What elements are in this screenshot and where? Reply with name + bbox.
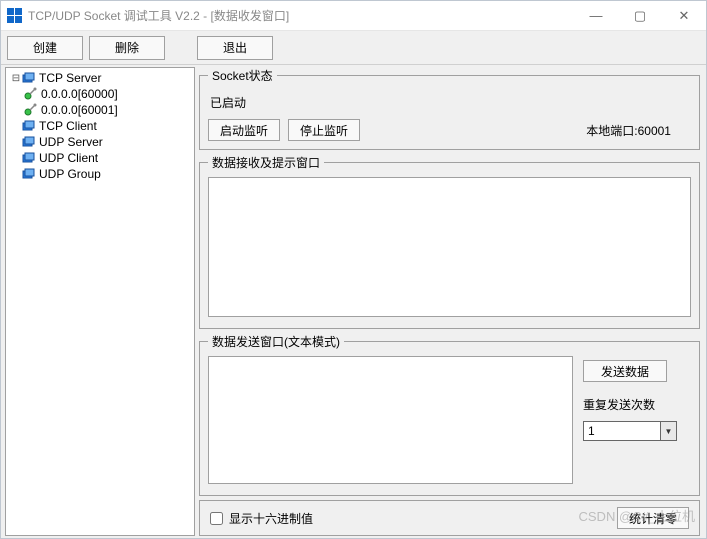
titlebar: TCP/UDP Socket 调试工具 V2.2 - [数据收发窗口] — ▢ …	[1, 1, 706, 31]
app-window: TCP/UDP Socket 调试工具 V2.2 - [数据收发窗口] — ▢ …	[0, 0, 707, 539]
tree-root-udp-client[interactable]: UDP Client	[6, 150, 194, 166]
send-data-button[interactable]: 发送数据	[583, 360, 667, 382]
client-icon	[22, 119, 36, 133]
bottom-bar: 显示十六进制值 统计清零	[199, 500, 700, 536]
receive-group: 数据接收及提示窗口	[199, 154, 700, 329]
tree-sidebar[interactable]: ⊟ TCP Server 0.0.0.0[60000] 0.0.0.0[6000…	[5, 67, 195, 536]
group-icon	[22, 167, 36, 181]
server-icon	[22, 71, 36, 85]
repeat-count-input[interactable]	[583, 421, 661, 441]
hex-checkbox[interactable]	[210, 512, 223, 525]
tree-root-tcp-client[interactable]: TCP Client	[6, 118, 194, 134]
send-legend: 数据发送窗口(文本模式)	[208, 333, 344, 350]
exit-button[interactable]: 退出	[197, 36, 273, 60]
tree-label: 0.0.0.0[60001]	[41, 103, 118, 117]
receive-textarea[interactable]	[208, 177, 691, 317]
receive-legend: 数据接收及提示窗口	[208, 154, 324, 171]
tree-node-60001[interactable]: 0.0.0.0[60001]	[6, 102, 194, 118]
tree-label: UDP Group	[39, 167, 101, 181]
local-port-label: 本地端口:60001	[586, 122, 671, 139]
app-icon	[7, 8, 22, 23]
tree-label: UDP Server	[39, 135, 103, 149]
tree-label: TCP Server	[39, 71, 101, 85]
start-listen-button[interactable]: 启动监听	[208, 119, 280, 141]
repeat-count-label: 重复发送次数	[583, 396, 691, 413]
stop-listen-button[interactable]: 停止监听	[288, 119, 360, 141]
node-icon	[24, 103, 38, 117]
toolbar: 创建 删除 退出	[1, 31, 706, 65]
hex-checkbox-label[interactable]: 显示十六进制值	[210, 510, 313, 527]
clear-stats-button[interactable]: 统计清零	[617, 507, 689, 529]
tree-root-udp-server[interactable]: UDP Server	[6, 134, 194, 150]
repeat-dropdown-button[interactable]: ▼	[661, 421, 677, 441]
send-textarea[interactable]	[208, 356, 573, 484]
tree-root-tcp-server[interactable]: ⊟ TCP Server	[6, 70, 194, 86]
tree-label: 0.0.0.0[60000]	[41, 87, 118, 101]
collapse-icon[interactable]: ⊟	[10, 73, 22, 84]
status-text: 已启动	[208, 90, 691, 119]
tree-node-60000[interactable]: 0.0.0.0[60000]	[6, 86, 194, 102]
socket-status-group: Socket状态 已启动 启动监听 停止监听 本地端口:60001	[199, 67, 700, 150]
hex-label-text: 显示十六进制值	[229, 510, 313, 527]
tree-root-udp-group[interactable]: UDP Group	[6, 166, 194, 182]
node-icon	[24, 87, 38, 101]
send-group: 数据发送窗口(文本模式) 发送数据 重复发送次数 ▼	[199, 333, 700, 496]
maximize-button[interactable]: ▢	[618, 1, 662, 30]
tree-label: TCP Client	[39, 119, 97, 133]
socket-status-legend: Socket状态	[208, 67, 277, 84]
minimize-button[interactable]: —	[574, 1, 618, 30]
window-title: TCP/UDP Socket 调试工具 V2.2 - [数据收发窗口]	[28, 7, 289, 24]
close-button[interactable]: ✕	[662, 1, 706, 30]
delete-button[interactable]: 删除	[89, 36, 165, 60]
create-button[interactable]: 创建	[7, 36, 83, 60]
tree-label: UDP Client	[39, 151, 98, 165]
client-icon	[22, 151, 36, 165]
main-area: ⊟ TCP Server 0.0.0.0[60000] 0.0.0.0[6000…	[1, 65, 706, 538]
window-controls: — ▢ ✕	[574, 1, 706, 30]
server-icon	[22, 135, 36, 149]
content-panel: Socket状态 已启动 启动监听 停止监听 本地端口:60001 数据接收及提…	[197, 65, 706, 538]
